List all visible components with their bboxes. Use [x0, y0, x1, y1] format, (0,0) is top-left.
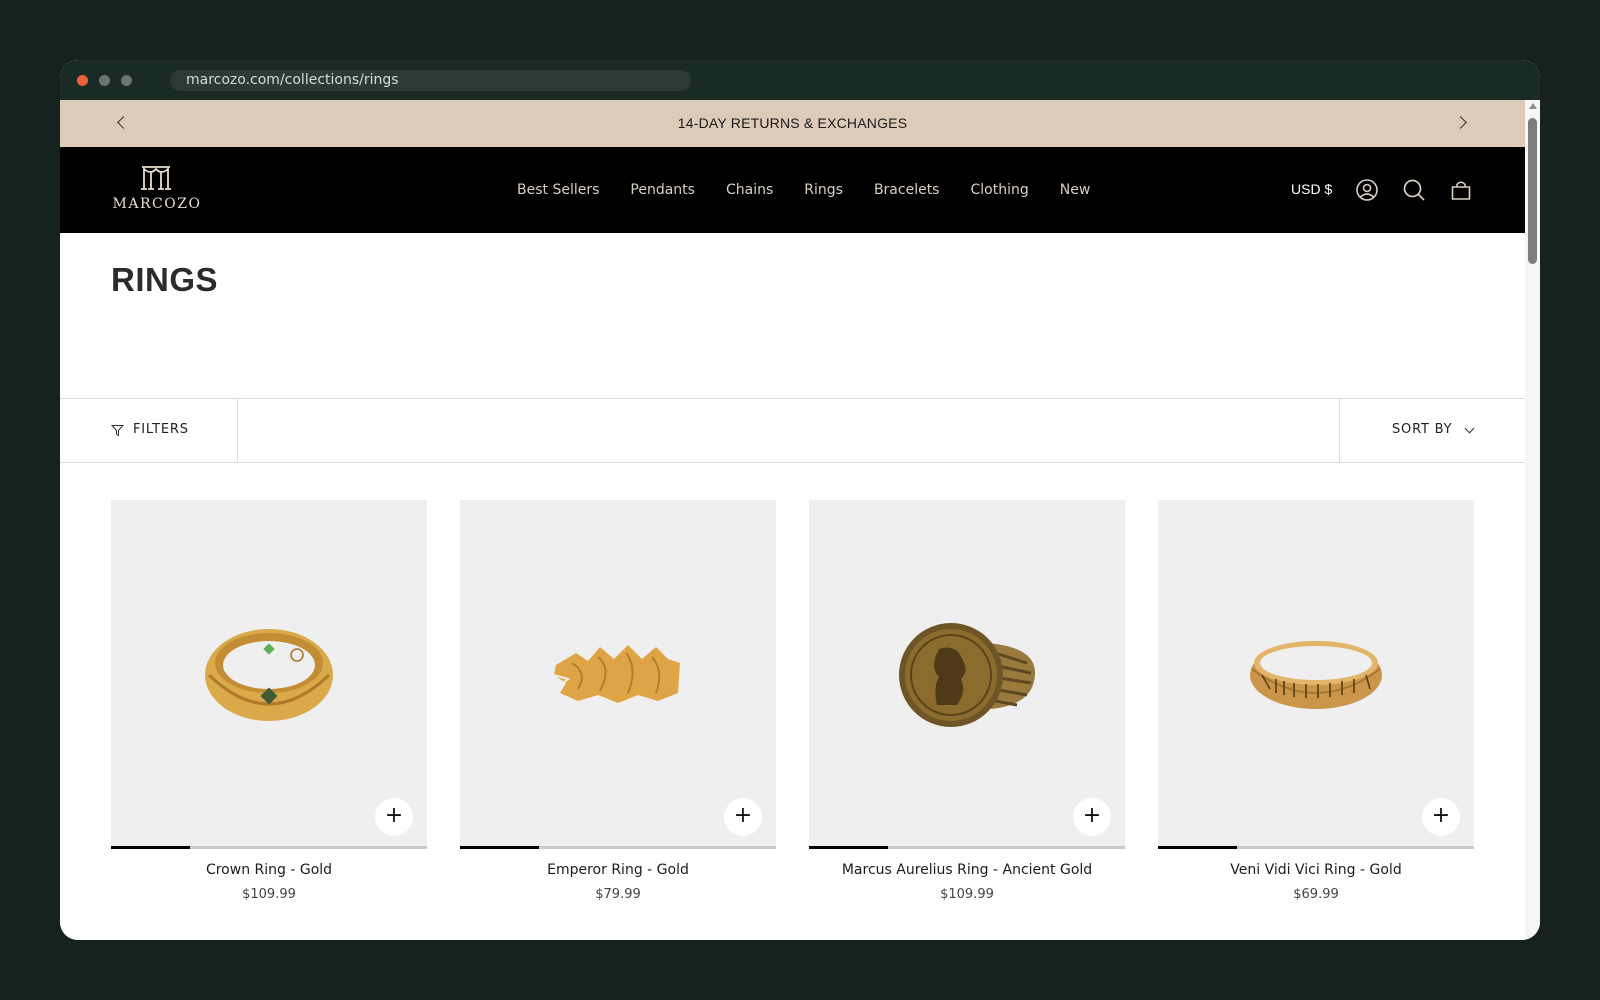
quick-add-button[interactable]: +	[1073, 798, 1111, 836]
filter-bar: FILTERS SORT BY	[60, 398, 1525, 463]
currency-selector[interactable]: USD $	[1291, 181, 1332, 197]
announcement-bar: 14-DAY RETURNS & EXCHANGES	[60, 100, 1525, 147]
product-title[interactable]: Marcus Aurelius Ring - Ancient Gold	[809, 862, 1125, 878]
quick-add-button[interactable]: +	[1422, 798, 1460, 836]
image-progress-fill	[809, 846, 888, 849]
product-image[interactable]: +	[460, 500, 776, 846]
product-image[interactable]: +	[111, 500, 427, 846]
quick-add-button[interactable]: +	[724, 798, 762, 836]
product-title[interactable]: Emperor Ring - Gold	[460, 862, 776, 878]
product-image[interactable]: +	[809, 500, 1125, 846]
product-title[interactable]: Veni Vidi Vici Ring - Gold	[1158, 862, 1474, 878]
product-image[interactable]: +	[1158, 500, 1474, 846]
sort-by-button[interactable]: SORT BY	[1339, 399, 1525, 462]
image-progress-fill	[1158, 846, 1237, 849]
cart-icon[interactable]	[1449, 178, 1473, 202]
site-logo[interactable]: MARCOZO	[112, 165, 202, 217]
image-progress-track	[1158, 846, 1474, 849]
scroll-up-icon[interactable]	[1529, 103, 1537, 109]
image-progress-fill	[460, 846, 539, 849]
maximize-window-button[interactable]	[121, 75, 132, 86]
filters-button[interactable]: FILTERS	[60, 399, 238, 462]
site-header: MARCOZO Best Sellers Pendants Chains Rin…	[60, 147, 1525, 233]
nav-item-best-sellers[interactable]: Best Sellers	[517, 182, 599, 198]
browser-window: marcozo.com/collections/rings 14-DAY RET…	[60, 60, 1540, 940]
crown-ring-image	[205, 629, 333, 721]
filters-label: FILTERS	[133, 422, 189, 437]
marcus-aurelius-ring-image	[899, 623, 1036, 727]
nav-item-new[interactable]: New	[1060, 182, 1091, 198]
scrollbar-thumb[interactable]	[1528, 118, 1537, 264]
page-scrollbar[interactable]	[1525, 100, 1540, 940]
minimize-window-button[interactable]	[99, 75, 110, 86]
nav-item-clothing[interactable]: Clothing	[970, 182, 1028, 198]
quick-add-button[interactable]: +	[375, 798, 413, 836]
address-bar[interactable]: marcozo.com/collections/rings	[170, 70, 691, 91]
account-icon[interactable]	[1355, 178, 1379, 202]
logo-wordmark: MARCOZO	[112, 196, 202, 212]
product-price: $109.99	[242, 887, 296, 902]
product-title[interactable]: Crown Ring - Gold	[111, 862, 427, 878]
page-title: RINGS	[111, 261, 219, 298]
product-price: $69.99	[1293, 887, 1339, 902]
emperor-ring-image	[553, 645, 680, 703]
chevron-down-icon	[1464, 423, 1475, 434]
main-nav: Best Sellers Pendants Chains Rings Brace…	[517, 147, 1090, 233]
close-window-button[interactable]	[77, 75, 88, 86]
product-price: $79.99	[595, 887, 641, 902]
product-price: $109.99	[940, 887, 994, 902]
logo-mark-icon	[141, 166, 171, 190]
sort-by-label: SORT BY	[1392, 422, 1453, 437]
image-progress-track	[460, 846, 776, 849]
nav-item-pendants[interactable]: Pendants	[630, 182, 695, 198]
image-progress-track	[111, 846, 427, 849]
nav-item-bracelets[interactable]: Bracelets	[874, 182, 940, 198]
image-progress-track	[809, 846, 1125, 849]
announcement-text: 14-DAY RETURNS & EXCHANGES	[677, 115, 908, 131]
image-progress-fill	[111, 846, 190, 849]
search-icon[interactable]	[1402, 178, 1426, 202]
nav-item-chains[interactable]: Chains	[726, 182, 773, 198]
nav-item-rings[interactable]: Rings	[804, 182, 843, 198]
veni-vidi-vici-ring-image	[1250, 641, 1382, 709]
page-viewport: 14-DAY RETURNS & EXCHANGES MARCOZO Best …	[60, 100, 1525, 940]
browser-titlebar: marcozo.com/collections/rings	[60, 60, 1540, 100]
filter-icon	[111, 425, 124, 437]
